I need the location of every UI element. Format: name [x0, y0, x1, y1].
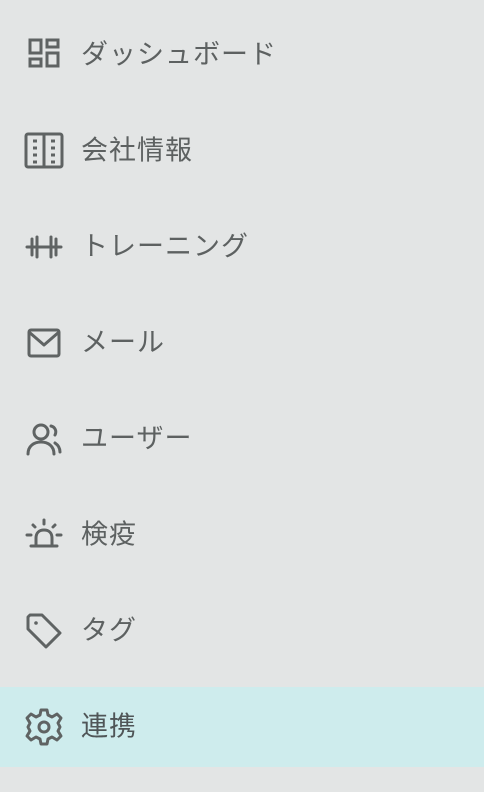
building-icon	[24, 131, 64, 171]
gear-icon	[24, 707, 64, 747]
sidebar-item-training[interactable]: トレーニング	[0, 207, 484, 287]
sidebar-item-label: メール	[81, 327, 165, 359]
mail-icon	[24, 323, 64, 363]
sidebar-item-label: タグ	[81, 615, 137, 647]
sidebar-item-company[interactable]: 会社情報	[0, 111, 484, 191]
users-icon	[24, 419, 64, 459]
tag-icon	[24, 611, 64, 651]
sidebar-item-label: 会社情報	[81, 135, 193, 167]
alarm-light-icon	[24, 515, 64, 555]
sidebar-item-label: ダッシュボード	[81, 39, 277, 71]
sidebar-item-dashboard[interactable]: ダッシュボード	[0, 15, 484, 95]
sidebar-item-users[interactable]: ユーザー	[0, 399, 484, 479]
sidebar-item-label: トレーニング	[81, 231, 249, 263]
barbell-icon	[24, 227, 64, 267]
sidebar-item-label: 検疫	[81, 519, 137, 551]
sidebar-item-label: ユーザー	[81, 423, 193, 455]
sidebar-item-label: 連携	[81, 711, 137, 743]
sidebar-nav: ダッシュボード 会社情報 トレーニング メール ユーザー 検疫 タグ 連携	[0, 15, 484, 783]
sidebar-item-quarantine[interactable]: 検疫	[0, 495, 484, 575]
sidebar-item-tags[interactable]: タグ	[0, 591, 484, 671]
sidebar-item-mail[interactable]: メール	[0, 303, 484, 383]
sidebar-item-integrations[interactable]: 連携	[0, 687, 484, 767]
dashboard-icon	[24, 35, 64, 75]
